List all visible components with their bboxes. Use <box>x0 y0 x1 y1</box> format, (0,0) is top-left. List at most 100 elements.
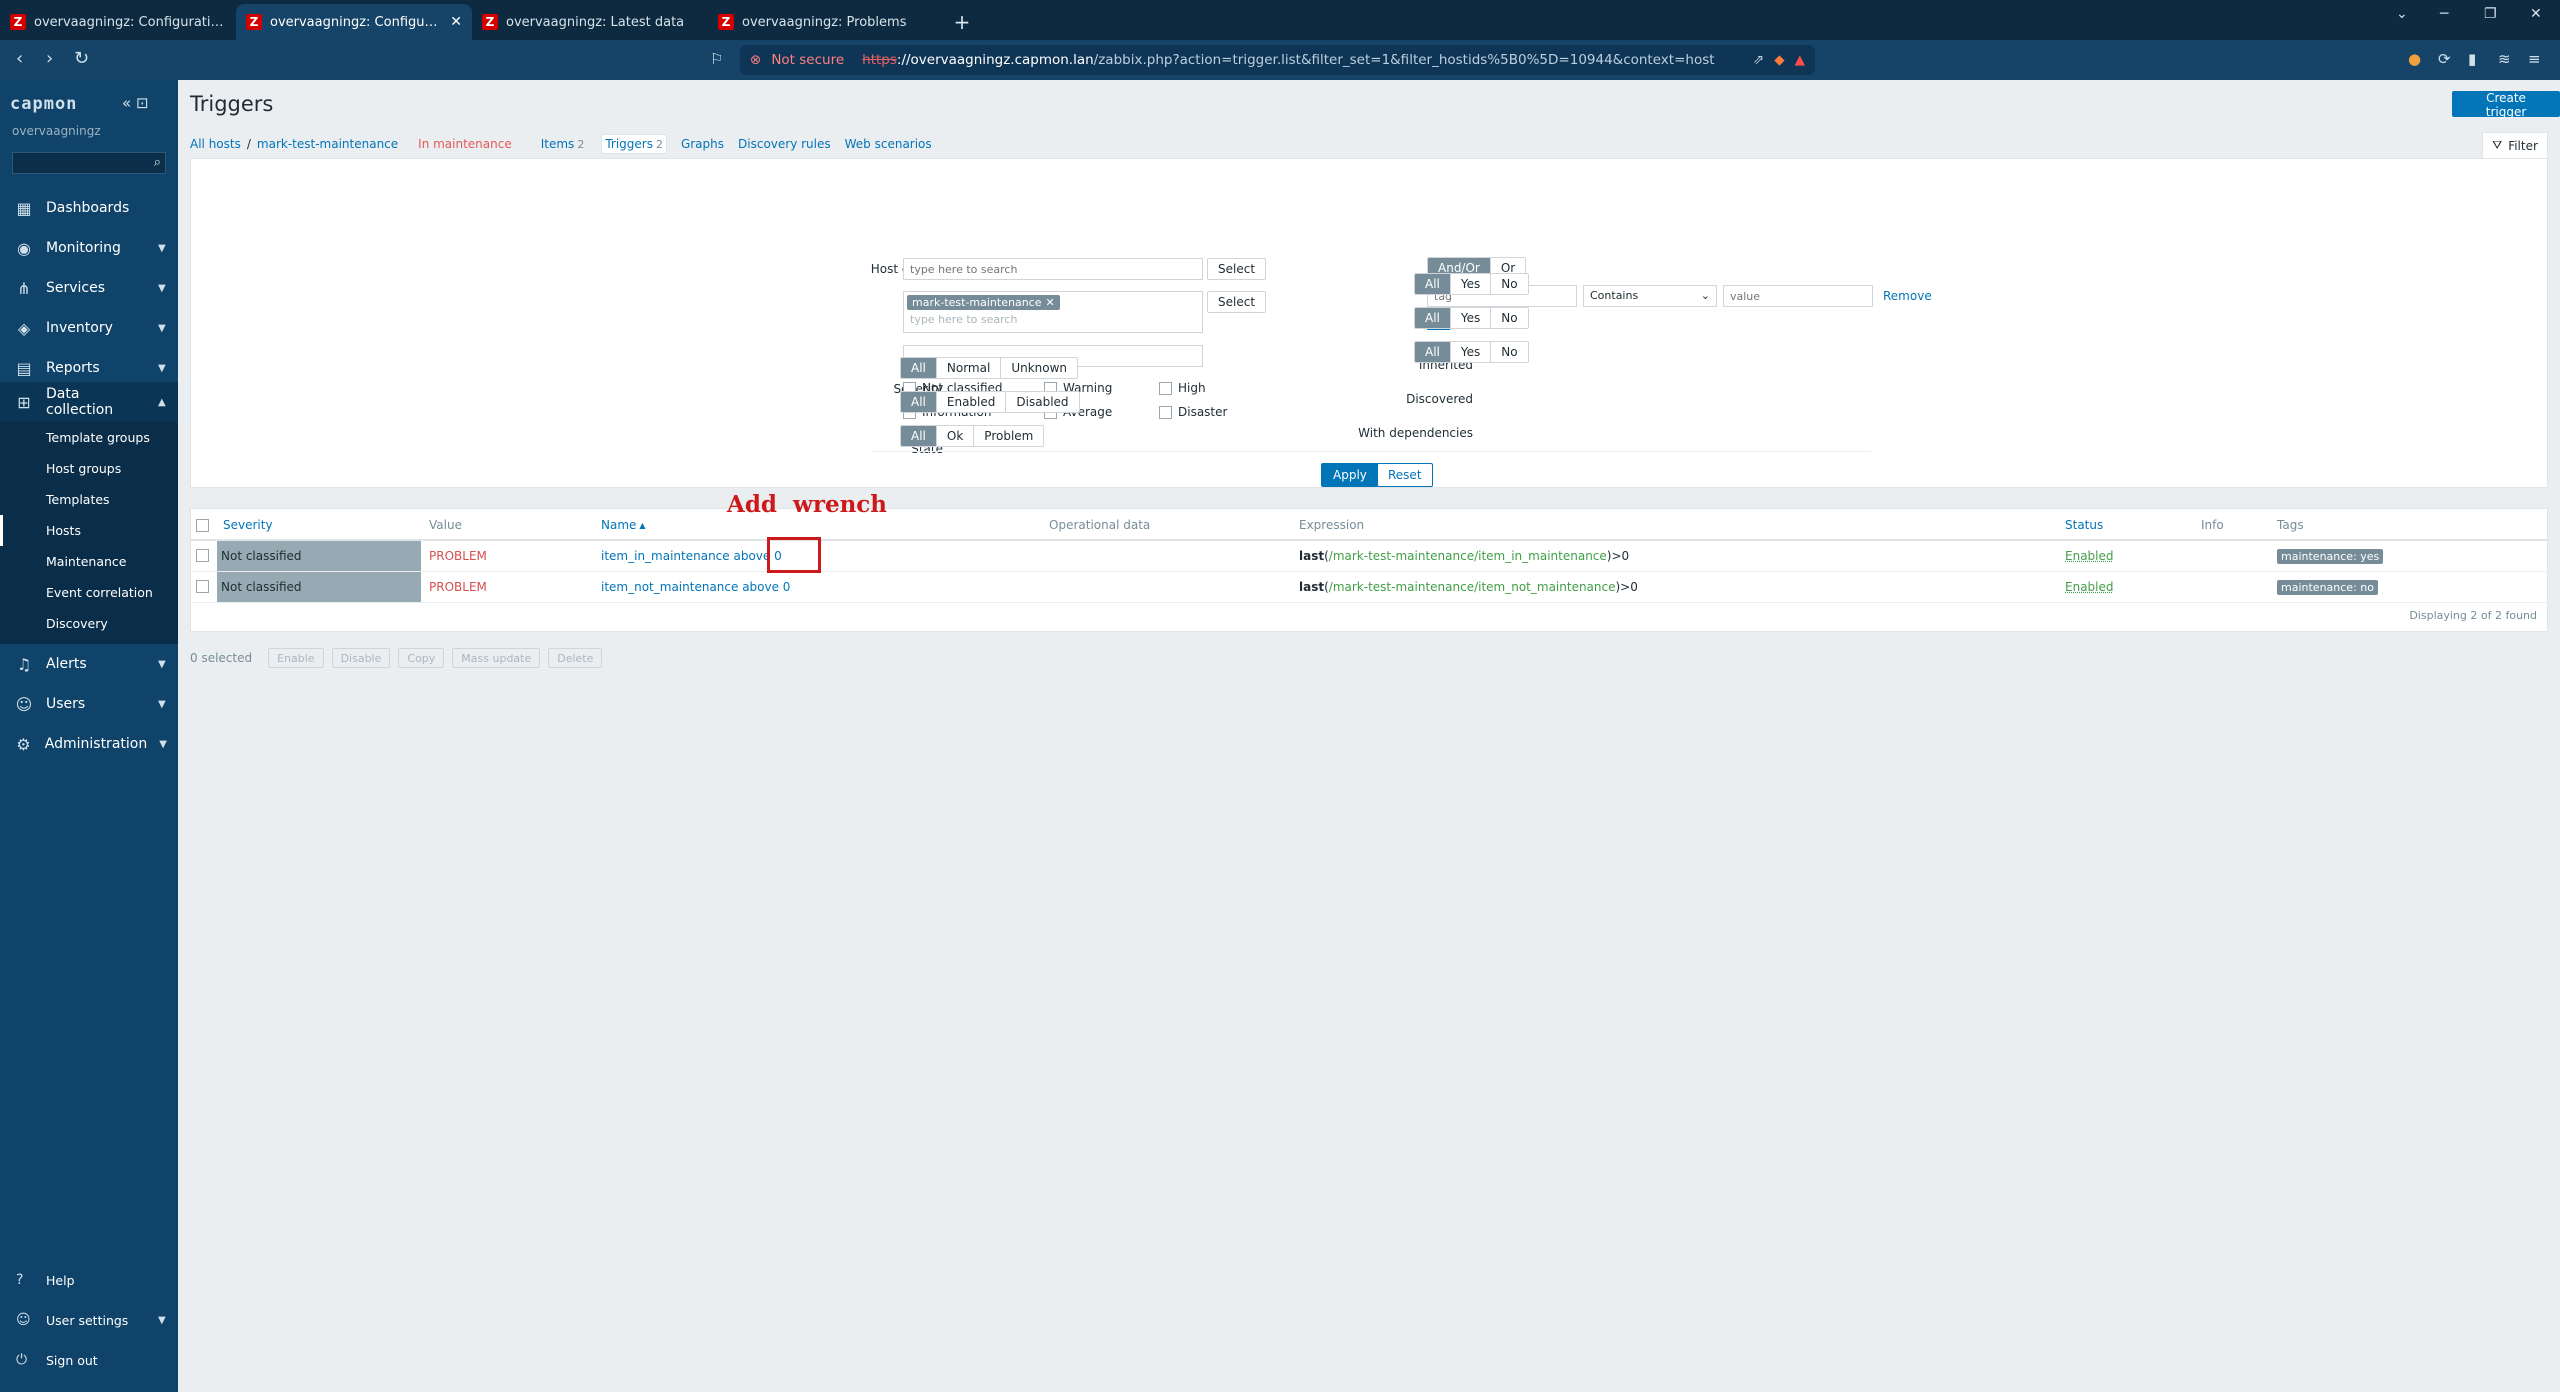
close-window-icon[interactable]: ✕ <box>2530 6 2542 22</box>
value-ok[interactable]: Ok <box>936 426 975 446</box>
maintenance-status[interactable]: In maintenance <box>418 137 512 151</box>
sync-icon[interactable]: ⟳ <box>2438 50 2451 68</box>
tag-value-input[interactable] <box>1723 285 1873 307</box>
menu-monitoring[interactable]: ◉ Monitoring ▼ <box>0 228 178 268</box>
tag-badge[interactable]: maintenance: yes <box>2277 548 2384 564</box>
mass-update-button[interactable]: Mass update <box>452 648 541 668</box>
sidebar-toggle-icon[interactable]: ▮ <box>2468 50 2476 68</box>
select-all-checkbox[interactable] <box>196 519 209 532</box>
trigger-name-link[interactable]: item_in_maintenance above 0 <box>601 541 782 571</box>
restore-icon[interactable]: ❐ <box>2484 6 2497 22</box>
brave-rewards-icon[interactable]: ▲ <box>1795 52 1805 68</box>
tab-discovery-rules[interactable]: Discovery rules <box>738 137 831 151</box>
browser-tab[interactable]: Z overvaagningz: Latest data <box>472 4 708 40</box>
menu-administration[interactable]: ⚙ Administration ▼ <box>0 724 178 764</box>
hosts-select-button[interactable]: Select <box>1207 291 1267 313</box>
status-disabled[interactable]: Disabled <box>1006 392 1079 412</box>
tab-graphs[interactable]: Graphs <box>681 137 724 151</box>
discovered-yes[interactable]: Yes <box>1450 308 1492 328</box>
menu-data-collection[interactable]: ⊞ Data collection ▲ <box>0 382 178 422</box>
create-trigger-button[interactable]: Create trigger <box>2452 91 2560 119</box>
expression-item-link[interactable]: /mark-test-maintenance/item_not_maintena… <box>1329 580 1616 594</box>
state-all[interactable]: All <box>901 358 937 378</box>
expression-item-link[interactable]: /mark-test-maintenance/item_in_maintenan… <box>1329 549 1607 563</box>
submenu-template-groups[interactable]: Template groups <box>0 422 178 453</box>
back-icon[interactable]: ‹ <box>16 48 23 69</box>
column-severity[interactable]: Severity <box>223 515 273 535</box>
delete-button[interactable]: Delete <box>548 648 603 668</box>
status-toggle[interactable]: Enabled <box>2065 572 2114 602</box>
sidebar-search-input[interactable]: ⌕ <box>12 152 166 174</box>
enable-button[interactable]: Enable <box>268 648 324 668</box>
menu-alerts[interactable]: ♫ Alerts ▼ <box>0 644 178 684</box>
tab-list-chevron-icon[interactable]: ⌄ <box>2396 6 2408 22</box>
inherited-yes[interactable]: Yes <box>1450 274 1492 294</box>
vpn-icon[interactable]: ≋ <box>2498 50 2511 68</box>
collapse-sidebar-icon[interactable]: « ⊡ <box>122 94 149 112</box>
reset-button[interactable]: Reset <box>1377 463 1433 487</box>
breadcrumb-all-hosts[interactable]: All hosts <box>190 137 241 151</box>
host-groups-input[interactable] <box>903 258 1203 280</box>
apply-button[interactable]: Apply <box>1321 463 1379 487</box>
share-icon[interactable]: ⇗ <box>1753 52 1764 68</box>
tab-web-scenarios[interactable]: Web scenarios <box>845 137 932 151</box>
submenu-event-correlation[interactable]: Event correlation <box>0 577 178 608</box>
menu-inventory[interactable]: ◈ Inventory ▼ <box>0 308 178 348</box>
status-all[interactable]: All <box>901 392 937 412</box>
value-problem[interactable]: Problem <box>974 426 1044 446</box>
tag-operator-select[interactable]: Contains ⌄ <box>1583 285 1717 307</box>
tag-remove-link[interactable]: Remove <box>1883 289 1932 303</box>
search-icon[interactable]: ⌕ <box>154 155 161 170</box>
menu-users[interactable]: ☺ Users ▼ <box>0 684 178 724</box>
row-checkbox[interactable] <box>196 549 209 562</box>
with-dependencies-no[interactable]: No <box>1491 342 1528 362</box>
tab-triggers[interactable]: Triggers 2 <box>601 134 667 154</box>
disable-button[interactable]: Disable <box>331 648 391 668</box>
discovered-no[interactable]: No <box>1491 308 1528 328</box>
severity-disaster[interactable]: Disaster <box>1159 405 1227 419</box>
column-status[interactable]: Status <box>2065 515 2103 535</box>
address-bar[interactable]: ⊗ Not secure https://overvaagningz.capmo… <box>740 45 1815 75</box>
submenu-discovery[interactable]: Discovery <box>0 608 178 639</box>
with-dependencies-yes[interactable]: Yes <box>1450 342 1492 362</box>
close-tab-icon[interactable]: ✕ <box>450 14 462 30</box>
menu-user-settings[interactable]: ☺ User settings ▼ <box>0 1305 178 1335</box>
minimize-icon[interactable]: ─ <box>2440 6 2448 22</box>
filter-tab[interactable]: ⛛ Filter <box>2482 132 2548 158</box>
tag-badge[interactable]: maintenance: no <box>2277 579 2378 595</box>
host-groups-select-button[interactable]: Select <box>1207 258 1267 280</box>
extension-icon[interactable]: ● <box>2408 50 2421 68</box>
tab-items[interactable]: Items 2 <box>538 135 588 153</box>
menu-sign-out[interactable]: ⏻ Sign out <box>0 1345 178 1375</box>
row-checkbox[interactable] <box>196 580 209 593</box>
submenu-host-groups[interactable]: Host groups <box>0 453 178 484</box>
new-tab-button[interactable]: + <box>944 4 980 40</box>
browser-tab[interactable]: Z overvaagningz: Configuration of ite <box>0 4 236 40</box>
trigger-name-link[interactable]: item_not_maintenance above 0 <box>601 572 790 602</box>
menu-dashboards[interactable]: ▦ Dashboards <box>0 188 178 228</box>
brave-shield-icon[interactable]: ◆ <box>1774 52 1784 68</box>
severity-high[interactable]: High <box>1159 381 1206 395</box>
browser-tab[interactable]: Z overvaagningz: Problems <box>708 4 944 40</box>
hosts-multiselect[interactable]: mark-test-maintenance ✕ type here to sear… <box>903 291 1203 333</box>
status-enabled[interactable]: Enabled <box>936 392 1007 412</box>
bookmark-icon[interactable]: ⚐ <box>710 50 723 68</box>
state-unknown[interactable]: Unknown <box>1001 358 1078 378</box>
column-name[interactable]: Name ▲ <box>601 515 646 535</box>
state-normal[interactable]: Normal <box>936 358 1002 378</box>
menu-help[interactable]: ? Help <box>0 1265 178 1295</box>
discovered-all[interactable]: All <box>1415 308 1451 328</box>
submenu-maintenance[interactable]: Maintenance <box>0 546 178 577</box>
status-toggle[interactable]: Enabled <box>2065 541 2114 571</box>
breadcrumb-host[interactable]: mark-test-maintenance <box>257 137 398 151</box>
inherited-no[interactable]: No <box>1491 274 1528 294</box>
browser-tab-active[interactable]: Z overvaagningz: Configuration o ✕ <box>236 4 472 40</box>
menu-services[interactable]: ⋔ Services ▼ <box>0 268 178 308</box>
remove-chip-icon[interactable]: ✕ <box>1045 296 1054 309</box>
menu-icon[interactable]: ≡ <box>2528 50 2541 68</box>
reload-icon[interactable]: ↻ <box>74 48 89 69</box>
with-dependencies-all[interactable]: All <box>1415 342 1451 362</box>
submenu-hosts[interactable]: Hosts <box>0 515 178 546</box>
submenu-templates[interactable]: Templates <box>0 484 178 515</box>
copy-button[interactable]: Copy <box>398 648 445 668</box>
